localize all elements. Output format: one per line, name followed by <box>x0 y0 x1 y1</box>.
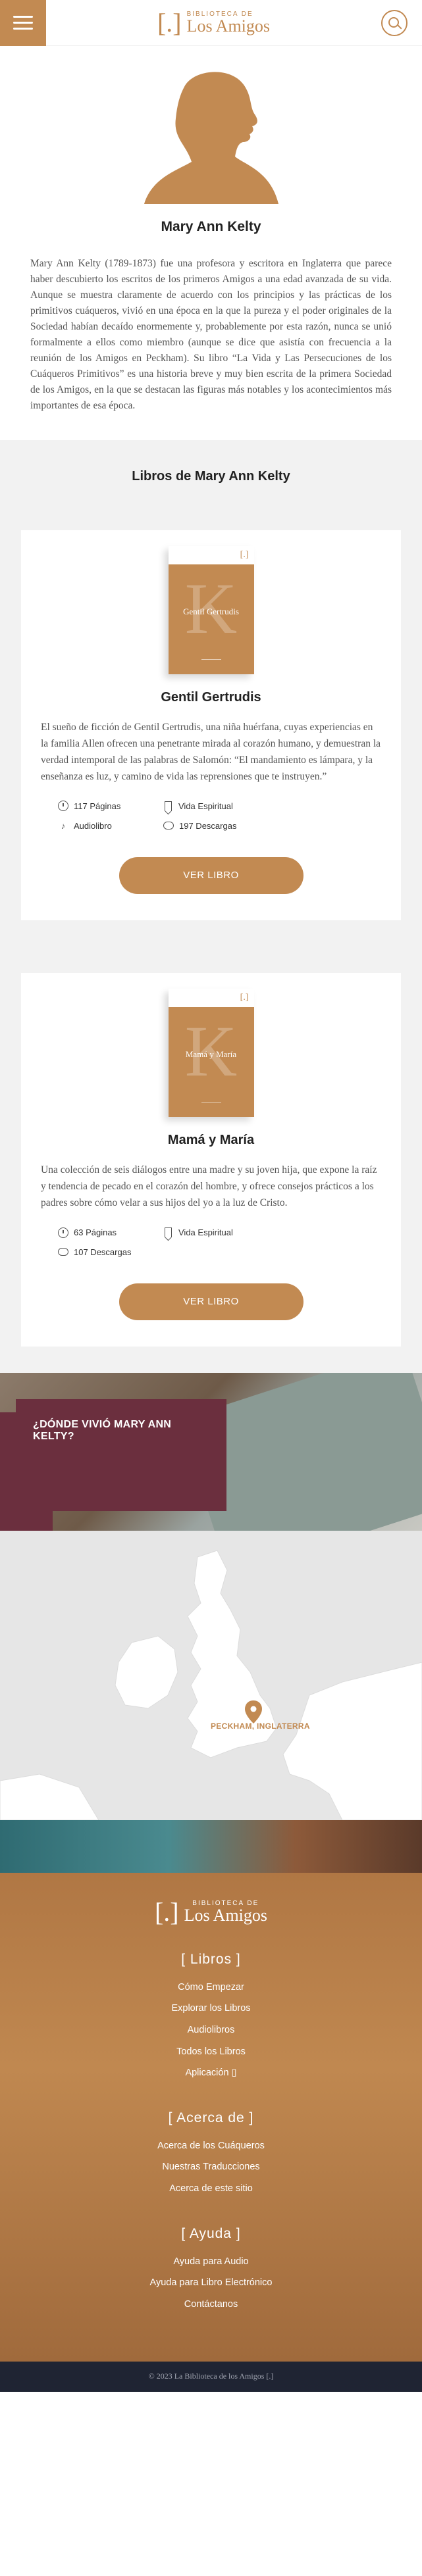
hamburger-icon-line <box>13 22 33 24</box>
footer-heading: [ Ayuda ] <box>181 2225 241 2241</box>
footer-section-help: [ Ayuda ] Ayuda para Audio Ayuda para Li… <box>0 2226 422 2316</box>
hamburger-icon-line <box>13 16 33 18</box>
footer-link[interactable]: Todos los Libros <box>0 2041 422 2063</box>
cover-logo-mark: [.] <box>240 993 249 1003</box>
copyright-text: © 2023 La Biblioteca de los Amigos [.] <box>148 2371 274 2381</box>
view-book-button[interactable]: VER LIBRO <box>119 857 303 895</box>
view-book-button[interactable]: VER LIBRO <box>119 1283 303 1320</box>
book-category[interactable]: Vida Espiritual <box>178 801 233 811</box>
search-icon[interactable] <box>381 9 408 36</box>
book-pages: 117 Páginas <box>74 801 121 811</box>
book-meta: 63 Páginas Vida Espiritual 107 Descargas <box>58 1227 269 1257</box>
location-question: ¿DÓNDE VIVIÓ MARY ANN KELTY? <box>33 1418 172 1442</box>
footer-link[interactable]: Ayuda para Audio <box>0 2251 422 2273</box>
footer-image-strip <box>0 1820 422 1873</box>
books-section-title: Libros de Mary Ann Kelty <box>132 469 290 484</box>
book-category[interactable]: Vida Espiritual <box>178 1227 233 1237</box>
book-cover[interactable]: [.] K Mamá y María <box>168 989 254 1118</box>
logo-bottom-text: Los Amigos <box>184 1905 268 1925</box>
author-bio: Mary Ann Kelty (1789-1873) fue una profe… <box>30 258 392 412</box>
footer-link[interactable]: Aplicación ▯ <box>0 2062 422 2084</box>
map-pin-label: PECKHAM, INGLATERRA <box>211 1721 310 1731</box>
footer-link[interactable]: Acerca de los Cuáqueros <box>0 2135 422 2157</box>
book-title[interactable]: Gentil Gertrudis <box>41 690 381 705</box>
author-name: Mary Ann Kelty <box>161 219 261 234</box>
bookmark-icon <box>165 1227 172 1238</box>
clock-icon <box>58 801 68 812</box>
download-cloud-icon <box>163 822 174 830</box>
book-description: El sueño de ficción de Gentil Gertrudis,… <box>41 722 381 782</box>
book-card: [.] K Gentil Gertrudis Gentil Gertrudis … <box>21 530 401 921</box>
footer-link[interactable]: Ayuda para Libro Electrónico <box>0 2272 422 2294</box>
author-section: Mary Ann Kelty Mary Ann Kelty (1789-1873… <box>0 46 422 440</box>
logo-bottom-text: Los Amigos <box>186 16 271 36</box>
download-cloud-icon <box>58 1248 68 1256</box>
book-meta: 117 Páginas Vida Espiritual ♪ Audiolibro … <box>58 801 269 831</box>
book-pages: 63 Páginas <box>74 1227 117 1238</box>
book-downloads: 197 Descargas <box>179 820 237 831</box>
site-header: [.] BIBLIOTECA DE Los Amigos <box>0 0 422 46</box>
book-card: [.] K Mamá y María Mamá y María Una cole… <box>21 973 401 1347</box>
logo-mark: [.] <box>157 7 182 37</box>
clock-icon <box>58 1227 68 1238</box>
cover-divider <box>201 659 221 660</box>
cover-title: Mamá y María <box>185 1049 237 1060</box>
book-downloads: 107 Descargas <box>74 1247 132 1257</box>
logo-mark: [.] <box>154 1896 179 1927</box>
map-graphic <box>0 1530 422 1820</box>
books-section: Libros de Mary Ann Kelty [.] K Gentil Ge… <box>0 440 422 1373</box>
location-map[interactable]: PECKHAM, INGLATERRA <box>0 1530 422 1820</box>
footer-link[interactable]: Nuestras Traducciones <box>0 2156 422 2178</box>
location-banner: ¿DÓNDE VIVIÓ MARY ANN KELTY? <box>0 1372 422 1531</box>
footer-section-about: [ Acerca de ] Acerca de los Cuáqueros Nu… <box>0 2110 422 2200</box>
author-silhouette-icon <box>144 72 278 204</box>
copyright-bar: © 2023 La Biblioteca de los Amigos [.] <box>0 2361 422 2392</box>
cover-logo-mark: [.] <box>240 550 249 560</box>
footer-link[interactable]: Contáctanos <box>0 2294 422 2316</box>
book-audio[interactable]: Audiolibro <box>74 821 112 831</box>
site-logo[interactable]: [.] BIBLIOTECA DE Los Amigos <box>157 7 271 37</box>
bookmark-icon <box>165 801 172 811</box>
footer-section-books: [ Libros ] Cómo Empezar Explorar los Lib… <box>0 1952 422 2084</box>
footer-link[interactable]: Cómo Empezar <box>0 1977 422 1998</box>
footer-heading: [ Libros ] <box>181 1951 241 1967</box>
book-description: Una colección de seis diálogos entre una… <box>41 1164 377 1208</box>
footer-link[interactable]: Audiolibros <box>0 2019 422 2041</box>
footer-link[interactable]: Explorar los Libros <box>0 1998 422 2019</box>
cover-title: Gentil Gertrudis <box>183 607 239 617</box>
footer-logo[interactable]: [.] BIBLIOTECA DE Los Amigos <box>0 1896 422 1927</box>
site-footer: [.] BIBLIOTECA DE Los Amigos [ Libros ] … <box>0 1872 422 2362</box>
hamburger-icon-line <box>13 28 33 30</box>
audio-icon: ♪ <box>61 820 66 831</box>
location-question-box: ¿DÓNDE VIVIÓ MARY ANN KELTY? <box>16 1399 226 1511</box>
book-title[interactable]: Mamá y María <box>41 1133 381 1148</box>
footer-heading: [ Acerca de ] <box>168 2110 254 2125</box>
book-cover[interactable]: [.] K Gentil Gertrudis <box>168 546 254 675</box>
footer-link[interactable]: Acerca de este sitio <box>0 2178 422 2200</box>
menu-button[interactable] <box>0 0 46 46</box>
